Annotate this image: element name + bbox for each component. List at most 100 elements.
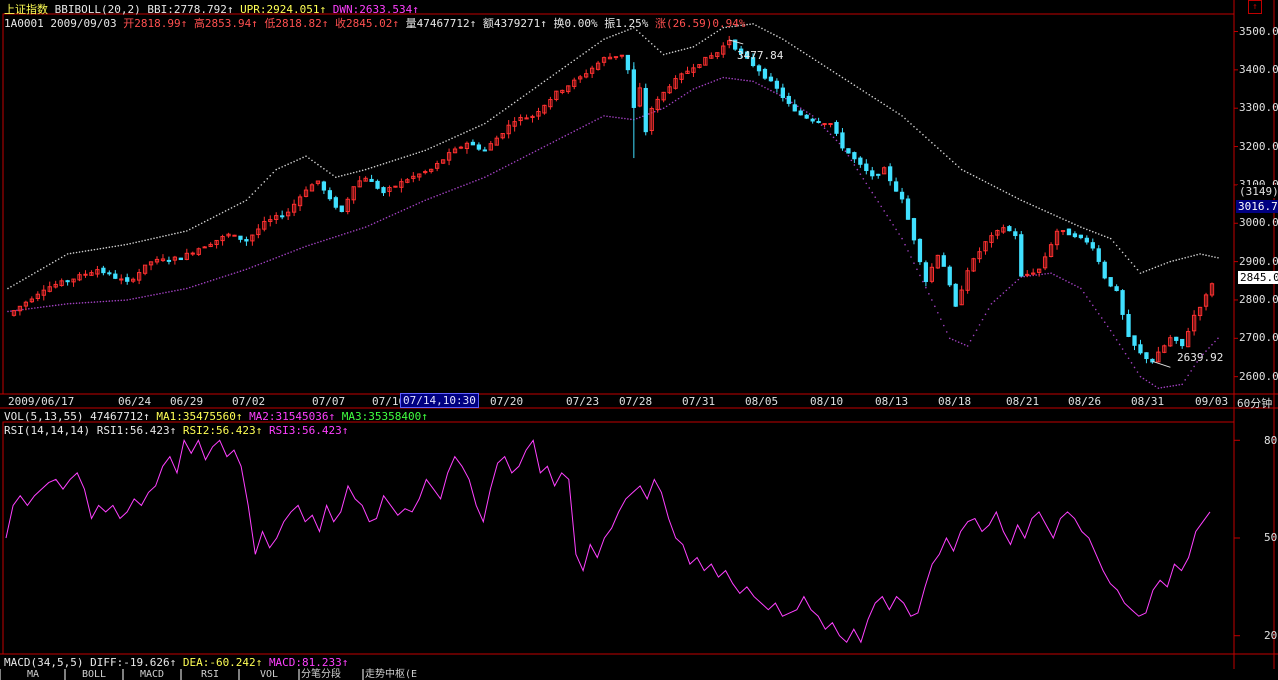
upr-dot (919, 131, 921, 133)
candle-body (238, 235, 243, 240)
candle-body (280, 215, 285, 218)
upr-dot (406, 155, 409, 157)
dwn-dot (108, 300, 111, 302)
dwn-dot (1127, 357, 1130, 360)
dwn-dot (856, 168, 859, 171)
dwn-dot (308, 244, 310, 247)
tab-macd[interactable]: MACD (122, 669, 182, 680)
dwn-dot (767, 88, 769, 90)
candle-body (876, 173, 881, 176)
dwn-dot (1217, 337, 1219, 340)
upr-dot (135, 241, 137, 244)
dwn-dot (639, 116, 641, 119)
dwn-dot (728, 77, 731, 80)
upr-dot (504, 107, 507, 110)
candle-body (810, 118, 815, 122)
dwn-dot (993, 300, 996, 302)
dwn-dot (16, 309, 18, 312)
upr-dot (463, 132, 465, 134)
dwn-dot (612, 116, 614, 118)
tab-boll[interactable]: BOLL (64, 669, 124, 680)
tab-ma[interactable]: MA (0, 669, 66, 680)
tab-vol[interactable]: VOL (238, 669, 300, 680)
price-tick: 3300.00 (1239, 101, 1278, 115)
upr-dot (1038, 207, 1040, 210)
upr-dot (355, 171, 358, 173)
dwn-dot (621, 117, 623, 119)
upr-dot (448, 138, 450, 141)
dwn-dot (215, 278, 218, 280)
selected-date-box[interactable]: 07/14,10:30 (400, 393, 479, 408)
dwn-dot (84, 301, 87, 304)
tab-pivot[interactable]: 走势中枢(E (362, 669, 427, 680)
price-tick: 2800.00 (1239, 292, 1278, 306)
rsi-tick-50: 50 (1264, 531, 1278, 544)
dwn-dot (498, 168, 501, 171)
upr-dot (1047, 211, 1049, 214)
upr-dot (87, 249, 90, 252)
dwn-dot (847, 154, 850, 157)
dwn-dot (1035, 274, 1037, 276)
upr-dot (1032, 204, 1034, 207)
dwn-dot (42, 306, 45, 308)
upr-dot (445, 140, 447, 142)
vol-ma1: MA1:35475560↑ (156, 410, 243, 423)
upr-dot (19, 280, 21, 283)
dwn-dot (445, 191, 447, 193)
upr-dot (892, 109, 894, 111)
candle-body (1066, 228, 1072, 236)
dwn-dot (305, 245, 307, 248)
dwn-dot (689, 90, 692, 92)
dwn-dot (865, 182, 868, 185)
dwn-dot (1166, 385, 1169, 388)
dwn-dot (737, 78, 739, 81)
dwn-dot (919, 274, 921, 277)
tab-segments[interactable]: 分笔分段 (298, 669, 364, 680)
period-label[interactable]: 60分钟 (1237, 395, 1272, 411)
candle-body (339, 205, 344, 212)
upr-dot (203, 220, 206, 223)
upr-dot (576, 57, 579, 59)
upr-dot (382, 163, 385, 165)
dwn-dot (546, 144, 549, 146)
dwn-dot (916, 268, 918, 271)
upr-dot (692, 46, 695, 48)
dwn-dot (591, 121, 593, 123)
dwn-dot (844, 150, 847, 152)
dwn-dot (981, 318, 984, 321)
dwn-dot (1121, 348, 1124, 350)
upr-dot (868, 93, 871, 96)
dwn-dot (618, 116, 620, 119)
upr-dot (647, 40, 650, 42)
dwn-dot (576, 128, 579, 131)
upr-dot (317, 163, 319, 166)
dwn-dot (972, 334, 975, 337)
dwn-dot (358, 228, 361, 230)
candle-body (381, 187, 386, 194)
upr-dot (1217, 256, 1219, 259)
dwn-dot (382, 218, 385, 220)
upr-dot (1103, 235, 1106, 238)
upr-dot (1083, 227, 1085, 230)
upr-dot (361, 169, 364, 172)
upr-dot (695, 44, 698, 46)
dwn-dot (683, 93, 686, 96)
dwn-dot (516, 159, 519, 162)
upr-dot (415, 152, 418, 155)
upr-dot (835, 72, 838, 75)
upr-dot (22, 279, 24, 281)
upr-dot (102, 247, 105, 249)
candle-body (333, 197, 338, 208)
dwn-dot (186, 287, 188, 290)
dwn-dot (1190, 370, 1192, 372)
rsi-name: RSI(14,14,14) (4, 424, 91, 437)
tab-rsi[interactable]: RSI (180, 669, 240, 680)
scroll-up-icon[interactable]: ↑ (1248, 0, 1262, 14)
dwn-dot (555, 139, 558, 142)
change-value: 涨(26.59)0.94% (655, 17, 746, 30)
dwn-dot (779, 94, 781, 96)
upr-dot (889, 107, 891, 110)
dwn-dot (752, 80, 754, 83)
candle-body (113, 273, 118, 279)
upr-dot (549, 76, 552, 78)
